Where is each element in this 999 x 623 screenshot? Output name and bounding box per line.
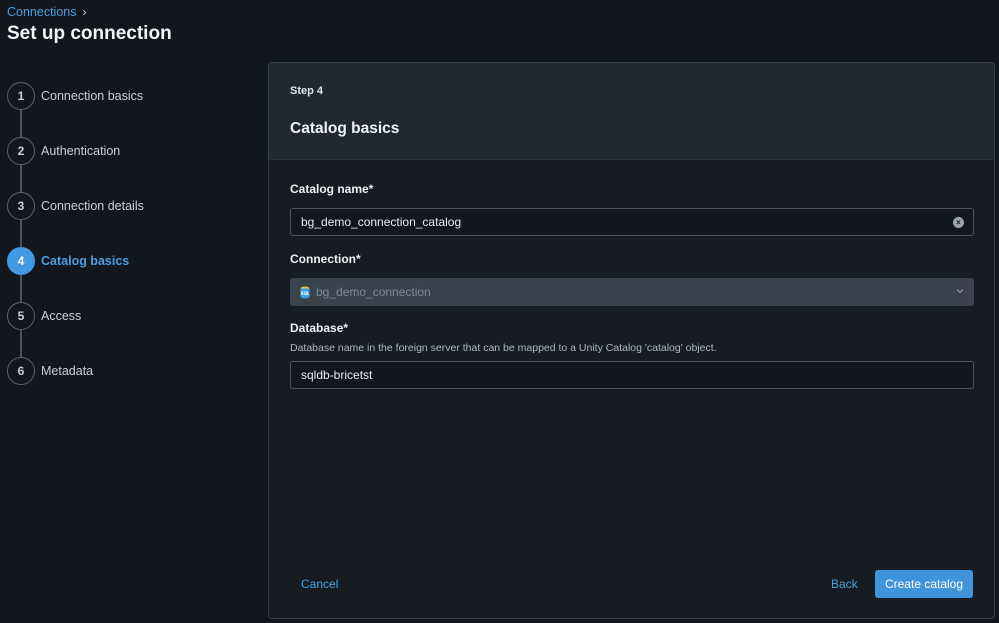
step-catalog-basics[interactable]: 4 Catalog basics bbox=[7, 247, 129, 275]
database-input[interactable]: sqldb-bricetst bbox=[290, 361, 974, 389]
catalog-name-input[interactable]: bg_demo_connection_catalog × bbox=[290, 208, 974, 236]
step-connector bbox=[20, 275, 22, 302]
step-metadata[interactable]: 6 Metadata bbox=[7, 357, 93, 385]
step-number: 3 bbox=[7, 192, 35, 220]
connection-select[interactable]: SQL bg_demo_connection bbox=[290, 278, 974, 306]
panel-title: Catalog basics bbox=[290, 120, 400, 137]
back-button[interactable]: Back bbox=[831, 577, 858, 591]
step-connection-basics[interactable]: 1 Connection basics bbox=[7, 82, 143, 110]
step-authentication[interactable]: 2 Authentication bbox=[7, 137, 120, 165]
step-label: Connection basics bbox=[41, 89, 144, 103]
step-connector bbox=[20, 165, 22, 192]
step-number: 1 bbox=[7, 82, 35, 110]
step-number: 5 bbox=[7, 302, 35, 330]
database-hint: Database name in the foreign server that… bbox=[290, 342, 717, 354]
panel-header: Step 4 Catalog basics bbox=[269, 63, 994, 160]
step-indicator: Step 4 bbox=[290, 85, 324, 97]
catalog-basics-panel: Step 4 Catalog basics Catalog name* bg_d… bbox=[268, 62, 995, 619]
step-access[interactable]: 5 Access bbox=[7, 302, 81, 330]
sql-database-icon: SQL bbox=[300, 286, 310, 298]
catalog-name-label: Catalog name* bbox=[290, 182, 374, 196]
step-label: Authentication bbox=[41, 144, 121, 158]
step-label: Catalog basics bbox=[41, 254, 130, 268]
svg-text:SQL: SQL bbox=[301, 291, 310, 296]
breadcrumb-link-connections[interactable]: Connections bbox=[7, 5, 77, 19]
step-connector bbox=[20, 110, 22, 137]
clear-icon[interactable]: × bbox=[953, 217, 964, 228]
step-label: Connection details bbox=[41, 199, 144, 213]
step-number: 4 bbox=[7, 247, 35, 275]
connection-value: bg_demo_connection bbox=[316, 285, 431, 299]
step-number: 6 bbox=[7, 357, 35, 385]
connection-label: Connection* bbox=[290, 252, 361, 266]
step-label: Access bbox=[41, 309, 82, 323]
step-connector bbox=[20, 330, 22, 357]
chevron-down-icon bbox=[956, 289, 964, 294]
breadcrumb-separator-icon: › bbox=[82, 5, 87, 19]
cancel-button[interactable]: Cancel bbox=[301, 577, 338, 591]
step-label: Metadata bbox=[41, 364, 94, 378]
page-title: Set up connection bbox=[7, 23, 172, 44]
catalog-name-value: bg_demo_connection_catalog bbox=[301, 215, 462, 229]
breadcrumb: Connections › bbox=[7, 5, 87, 19]
database-value: sqldb-bricetst bbox=[301, 368, 373, 382]
step-connector bbox=[20, 220, 22, 247]
database-label: Database* bbox=[290, 321, 349, 335]
create-catalog-button[interactable]: Create catalog bbox=[875, 570, 973, 598]
step-connection-details[interactable]: 3 Connection details bbox=[7, 192, 144, 220]
step-number: 2 bbox=[7, 137, 35, 165]
